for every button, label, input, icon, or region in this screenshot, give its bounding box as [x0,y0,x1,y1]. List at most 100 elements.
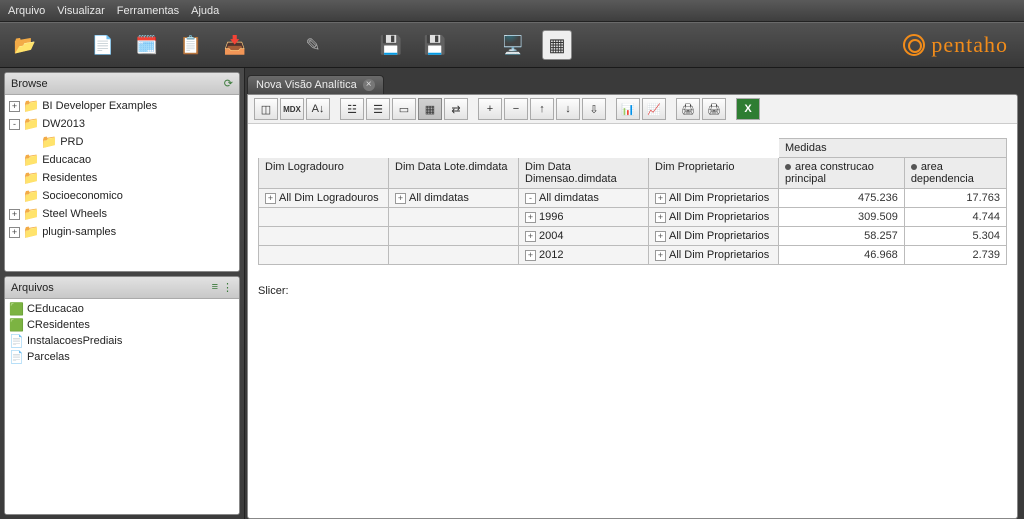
panel-icon[interactable]: ▦ [542,30,572,60]
tree-item[interactable]: +📁plugin-samples [5,223,239,241]
pivot-btn-grid[interactable]: ▦ [418,98,442,120]
row-header-cell[interactable]: +2012 [519,246,649,265]
col-header[interactable]: Dim Data Dimensao.dimdata [519,158,649,189]
data-cell: 17.763 [904,189,1006,208]
save-as-icon[interactable]: 💾 [420,30,450,60]
open-folder-icon[interactable]: 📂 [10,30,40,60]
menu-arquivo[interactable]: Arquivo [8,5,45,17]
drill-icon[interactable]: + [655,250,666,261]
pivot-btn-print1[interactable]: 🖨 [676,98,700,120]
tree-item[interactable]: +📁PRD [5,133,239,151]
tree-item[interactable]: +📁Steel Wheels [5,205,239,223]
file-item[interactable]: 📄Parcelas [5,349,239,365]
pivot-btn-cube[interactable]: ◫ [254,98,278,120]
drill-icon[interactable]: + [655,212,666,223]
tree-label: Socioeconomico [42,190,123,202]
folder-icon: 📁 [23,170,39,186]
tree-item[interactable]: +📁Socioeconomico [5,187,239,205]
tree-label: BI Developer Examples [42,100,157,112]
expand-icon[interactable]: + [9,101,20,112]
data-cell: 46.968 [779,246,905,265]
tree-item[interactable]: -📁DW2013 [5,115,239,133]
tree-item[interactable]: +📁Residentes [5,169,239,187]
pivot-toolbar: ◫MDXA↓ ☳☰▭▦⇄ +−↑↓⇩ 📊📈 🖨🖨 X [248,95,1017,124]
row-header-cell[interactable]: +1996 [519,208,649,227]
folder-icon: 📁 [23,188,39,204]
measure-header[interactable]: area construcao principal [779,158,905,189]
tab-close-icon[interactable]: × [363,79,375,91]
pivot-btn-c+[interactable]: ↑ [530,98,554,120]
pivot-btn-excel[interactable]: X [736,98,760,120]
tab-nova-visao[interactable]: Nova Visão Analítica × [247,75,384,94]
download-icon[interactable]: 📥 [220,30,250,60]
drill-icon[interactable]: + [265,193,276,204]
drill-icon[interactable]: + [655,231,666,242]
row-header-cell[interactable]: -All dimdatas [519,189,649,208]
file-label: CResidentes [27,319,90,331]
pivot-btn-cfg1[interactable]: ☳ [340,98,364,120]
measure-header[interactable]: area dependencia [904,158,1006,189]
tree-item[interactable]: +📁BI Developer Examples [5,97,239,115]
drill-icon[interactable]: + [525,250,536,261]
brand-logo: pentaho [903,32,1008,58]
expand-icon[interactable]: - [9,119,20,130]
pivot-btn-drill[interactable]: ⇩ [582,98,606,120]
expand-icon[interactable]: + [9,227,20,238]
drill-icon[interactable]: - [525,193,536,204]
document-icon: 📄 [9,350,24,364]
monitor-icon[interactable]: 🖥️ [498,30,528,60]
pivot-btn-chart2[interactable]: 📈 [642,98,666,120]
menu-ferramentas[interactable]: Ferramentas [117,5,179,17]
pivot-btn-chart1[interactable]: 📊 [616,98,640,120]
tree-item[interactable]: +📁Educacao [5,151,239,169]
document-icon: 📄 [9,334,24,348]
file-item[interactable]: 📄InstalacoesPrediais [5,333,239,349]
files-panel: Arquivos ≡ ⋮ 🟩CEducacao🟩CResidentes📄Inst… [4,276,240,515]
tree-label: DW2013 [42,118,85,130]
row-header-cell[interactable]: +All Dim Proprietarios [649,189,779,208]
file-item[interactable]: 🟩CEducacao [5,301,239,317]
pivot-btn-r-[interactable]: − [504,98,528,120]
tree-label: Educacao [42,154,91,166]
file-label: InstalacoesPrediais [27,335,122,347]
edit-icon[interactable]: ✎ [298,30,328,60]
files-opt1-icon[interactable]: ≡ [212,281,218,294]
pivot-btn-cfg2[interactable]: ☰ [366,98,390,120]
drill-icon[interactable]: + [395,193,406,204]
report-icon[interactable]: 📋 [176,30,206,60]
row-header-cell[interactable]: +All dimdatas [389,189,519,208]
pivot-btn-swap[interactable]: ⇄ [444,98,468,120]
new-doc-icon[interactable]: 📄 [88,30,118,60]
pivot-btn-sort[interactable]: A↓ [306,98,330,120]
pivot-btn-cfg3[interactable]: ▭ [392,98,416,120]
files-title: Arquivos [11,282,54,294]
row-header-cell[interactable]: +All Dim Proprietarios [649,208,779,227]
row-header-cell[interactable]: +2004 [519,227,649,246]
row-header-cell[interactable]: +All Dim Proprietarios [649,227,779,246]
drill-icon[interactable]: + [655,193,666,204]
col-header[interactable]: Dim Logradouro [259,158,389,189]
menu-ajuda[interactable]: Ajuda [191,5,219,17]
data-cell: 5.304 [904,227,1006,246]
drill-icon[interactable]: + [525,231,536,242]
menu-visualizar[interactable]: Visualizar [57,5,105,17]
row-header-cell[interactable]: +All Dim Proprietarios [649,246,779,265]
tab-title: Nova Visão Analítica [256,79,357,91]
files-opt2-icon[interactable]: ⋮ [222,281,233,294]
refresh-icon[interactable]: ⟳ [224,77,233,90]
row-header-cell [259,227,389,246]
row-header-cell[interactable]: +All Dim Logradouros [259,189,389,208]
pivot-btn-c-[interactable]: ↓ [556,98,580,120]
col-header[interactable]: Dim Proprietario [649,158,779,189]
file-item[interactable]: 🟩CResidentes [5,317,239,333]
save-icon[interactable]: 💾 [376,30,406,60]
calendar-icon[interactable]: 🗓️ [132,30,162,60]
pivot-btn-r+[interactable]: + [478,98,502,120]
file-label: CEducacao [27,303,84,315]
row-header-cell [389,208,519,227]
expand-icon[interactable]: + [9,209,20,220]
pivot-btn-print2[interactable]: 🖨 [702,98,726,120]
col-header[interactable]: Dim Data Lote.dimdata [389,158,519,189]
pivot-btn-MDX[interactable]: MDX [280,98,304,120]
drill-icon[interactable]: + [525,212,536,223]
